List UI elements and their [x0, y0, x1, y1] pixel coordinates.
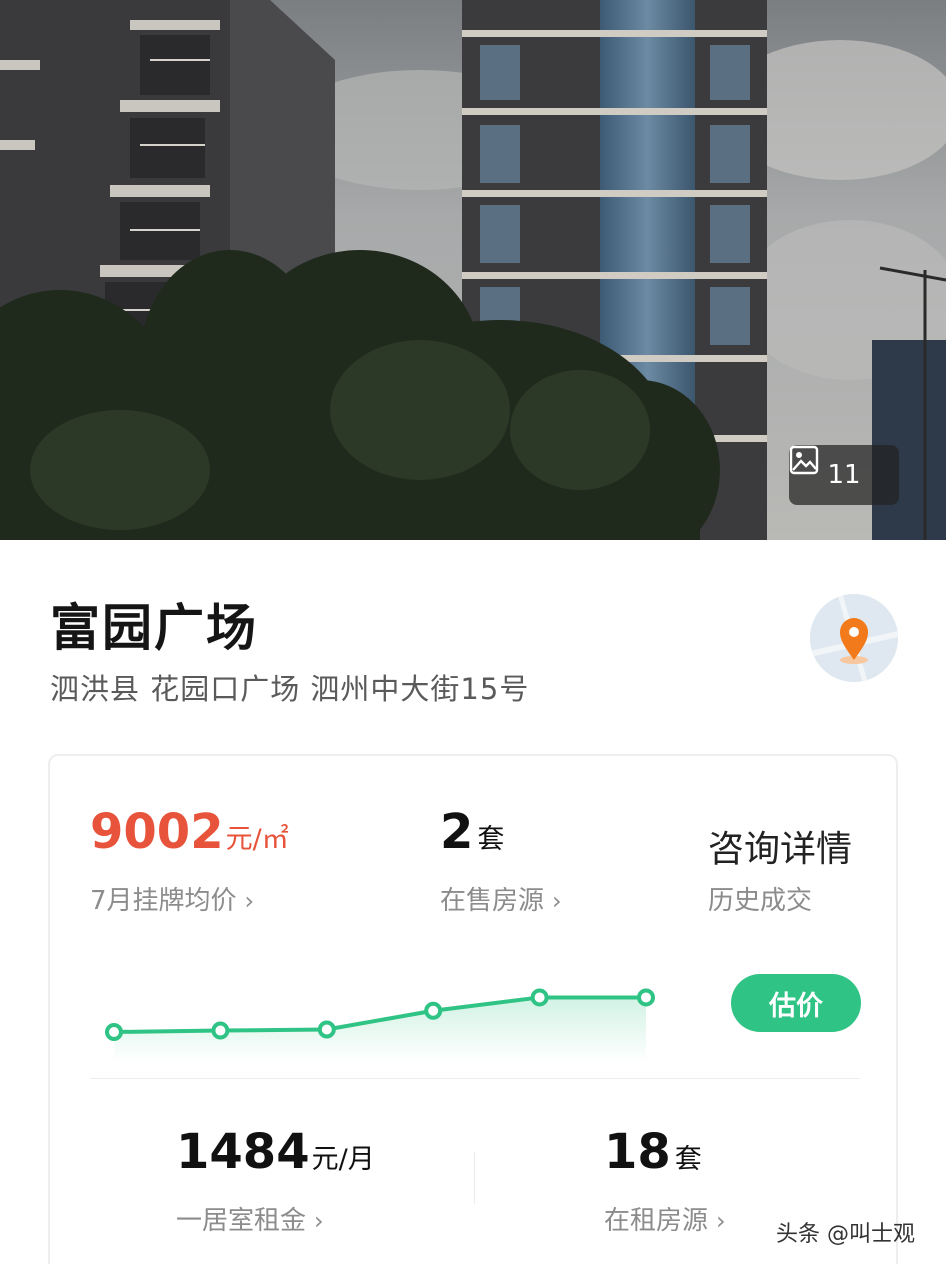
for-rent-count[interactable]: 18 套	[604, 1124, 702, 1180]
image-icon	[789, 445, 819, 475]
chevron-right-icon: ›	[552, 887, 562, 915]
for-sale-link[interactable]: 在售房源 ›	[440, 880, 562, 917]
for-sale-unit: 套	[477, 824, 505, 855]
chevron-right-icon: ›	[244, 887, 255, 915]
location-pin-icon	[810, 594, 898, 682]
trend-point-1	[105, 1023, 123, 1041]
divider	[90, 1078, 860, 1079]
rent-unit: 元/月	[311, 1144, 375, 1175]
for-rent-label: 在租房源	[604, 1206, 709, 1236]
trend-point-5	[530, 988, 549, 1007]
for-sale-value: 2	[440, 804, 474, 860]
for-rent-link[interactable]: 在租房源 ›	[604, 1200, 726, 1237]
consult-details-button[interactable]: 咨询详情	[708, 820, 852, 872]
watermark: 头条 @叫士观	[776, 1222, 915, 1247]
for-sale-count[interactable]: 2套	[440, 804, 504, 860]
hero-photo[interactable]: 11	[0, 0, 946, 540]
trend-point-6	[637, 988, 655, 1007]
price-trend-chart[interactable]	[90, 952, 670, 1062]
for-rent-value: 18	[604, 1124, 671, 1180]
estimate-button[interactable]: 估价	[731, 974, 861, 1032]
photo-count-badge[interactable]: 11	[789, 445, 899, 505]
rent-value: 1484	[176, 1124, 310, 1180]
history-deals-link[interactable]: 历史成交	[708, 880, 812, 917]
avg-price-unit: 元/㎡	[225, 824, 289, 855]
for-sale-label: 在售房源	[440, 886, 545, 916]
map-button[interactable]	[810, 594, 898, 682]
photo-count: 11	[827, 460, 861, 490]
community-name: 富园广场	[50, 599, 258, 657]
rent-link[interactable]: 一居室租金 ›	[176, 1200, 324, 1237]
rent-label: 一居室租金	[176, 1206, 307, 1236]
stats-card: 9002元/㎡ 7月挂牌均价 › 2套 在售房源 › 咨询详情 历史成交 估价 14…	[48, 754, 898, 1264]
trend-point-3	[317, 1020, 336, 1039]
trend-point-4	[424, 1001, 443, 1020]
for-rent-unit: 套	[674, 1144, 702, 1175]
avg-price-value: 9002	[90, 804, 224, 860]
chevron-right-icon: ›	[716, 1207, 726, 1235]
rent-price[interactable]: 1484元/月	[176, 1124, 375, 1180]
avg-price-label: 7月挂牌均价	[90, 886, 237, 916]
trend-point-2	[211, 1021, 230, 1040]
vertical-divider	[474, 1152, 475, 1204]
chevron-right-icon: ›	[314, 1207, 324, 1235]
avg-price-link[interactable]: 7月挂牌均价 ›	[90, 880, 254, 917]
avg-price[interactable]: 9002元/㎡	[90, 804, 289, 860]
community-address: 泗洪县 花园口广场 泗州中大街15号	[50, 672, 530, 706]
